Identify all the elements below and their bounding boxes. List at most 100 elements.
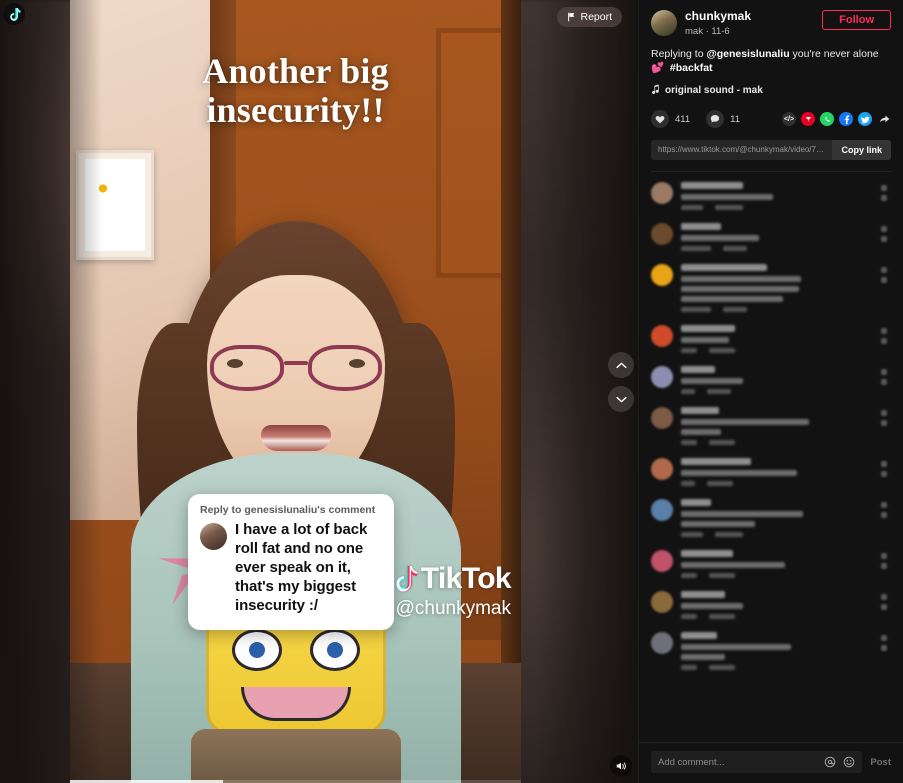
comment-author[interactable] xyxy=(681,550,733,558)
comment-like-column[interactable] xyxy=(877,325,891,353)
comment-avatar[interactable] xyxy=(651,223,673,246)
comment-meta-item[interactable] xyxy=(707,481,733,487)
comment-item[interactable] xyxy=(651,632,891,671)
comment-avatar[interactable] xyxy=(651,458,673,481)
comment-like-icon[interactable] xyxy=(881,226,887,233)
comment-like-column[interactable] xyxy=(877,223,891,251)
next-video-button[interactable] xyxy=(608,386,634,412)
comment-like-column[interactable] xyxy=(877,499,891,537)
volume-button[interactable] xyxy=(610,755,632,777)
comment-author[interactable] xyxy=(681,182,743,190)
comment-author[interactable] xyxy=(681,407,719,415)
comment-item[interactable] xyxy=(651,223,891,252)
copy-link-button[interactable]: Copy link xyxy=(832,140,891,161)
comment-author[interactable] xyxy=(681,325,735,333)
comment-like-icon[interactable] xyxy=(881,236,887,243)
video-stage[interactable]: Another big insecurity!! Reply to genesi… xyxy=(0,0,638,783)
comment-meta-item[interactable] xyxy=(715,205,743,211)
emoji-smiley-icon[interactable] xyxy=(842,756,855,769)
comment-item[interactable] xyxy=(651,366,891,395)
author-username[interactable]: chunkymak xyxy=(685,9,814,24)
like-metric[interactable]: 411 xyxy=(651,110,690,129)
follow-button[interactable]: Follow xyxy=(822,10,891,30)
comment-meta-item[interactable] xyxy=(681,307,711,313)
comment-meta-item[interactable] xyxy=(681,348,697,354)
comment-avatar[interactable] xyxy=(651,499,673,522)
comment-meta-item[interactable] xyxy=(709,614,735,620)
comment-meta-item[interactable] xyxy=(681,246,711,252)
twitter-icon[interactable] xyxy=(858,112,872,127)
embed-code-icon[interactable]: </> xyxy=(782,112,796,127)
comment-like-icon[interactable] xyxy=(881,195,887,202)
comment-input-box[interactable] xyxy=(651,751,863,773)
comment-like-column[interactable] xyxy=(877,550,891,578)
comment-item[interactable] xyxy=(651,550,891,579)
comment-meta-item[interactable] xyxy=(681,481,695,487)
comment-list[interactable] xyxy=(639,172,903,742)
avatar[interactable] xyxy=(651,10,677,36)
comment-like-icon[interactable] xyxy=(881,645,887,652)
comment-avatar[interactable] xyxy=(651,591,673,614)
comment-like-icon[interactable] xyxy=(881,553,887,560)
comment-meta-item[interactable] xyxy=(681,614,697,620)
comment-like-icon[interactable] xyxy=(881,604,887,611)
caption-hashtag[interactable]: #backfat xyxy=(670,62,713,74)
pinterest-icon[interactable] xyxy=(801,112,815,127)
comment-like-icon[interactable] xyxy=(881,512,887,519)
comment-meta-item[interactable] xyxy=(709,573,735,579)
caption-mention[interactable]: @genesislunaliu xyxy=(706,48,789,60)
comment-like-column[interactable] xyxy=(877,632,891,670)
comment-like-icon[interactable] xyxy=(881,461,887,468)
sound-row[interactable]: original sound - mak xyxy=(651,84,891,97)
post-comment-button[interactable]: Post xyxy=(870,757,891,768)
comment-meta-item[interactable] xyxy=(709,665,735,671)
comment-meta-item[interactable] xyxy=(681,205,703,211)
comment-item[interactable] xyxy=(651,591,891,620)
comment-like-icon[interactable] xyxy=(881,369,887,376)
comment-metric[interactable]: 11 xyxy=(706,110,740,129)
comment-meta-item[interactable] xyxy=(709,348,735,354)
comment-meta-item[interactable] xyxy=(723,307,747,313)
comment-like-icon[interactable] xyxy=(881,410,887,417)
comment-input[interactable] xyxy=(658,756,818,768)
comment-avatar[interactable] xyxy=(651,632,673,655)
comment-meta-item[interactable] xyxy=(681,389,695,395)
comment-like-column[interactable] xyxy=(877,182,891,210)
comment-item[interactable] xyxy=(651,499,891,538)
comment-avatar[interactable] xyxy=(651,182,673,205)
comment-avatar[interactable] xyxy=(651,366,673,389)
comment-like-column[interactable] xyxy=(877,366,891,394)
comment-author[interactable] xyxy=(681,499,711,507)
comment-like-icon[interactable] xyxy=(881,185,887,192)
comment-avatar[interactable] xyxy=(651,264,673,287)
comment-author[interactable] xyxy=(681,223,721,231)
comment-like-column[interactable] xyxy=(877,591,891,619)
comment-like-icon[interactable] xyxy=(881,267,887,274)
comment-meta-item[interactable] xyxy=(715,532,743,538)
comment-author[interactable] xyxy=(681,458,751,466)
previous-video-button[interactable] xyxy=(608,352,634,378)
comment-like-column[interactable] xyxy=(877,407,891,445)
comment-author[interactable] xyxy=(681,366,715,374)
comment-like-column[interactable] xyxy=(877,458,891,486)
video-player[interactable]: Another big insecurity!! Reply to genesi… xyxy=(70,0,521,783)
comment-like-column[interactable] xyxy=(877,264,891,312)
comment-author[interactable] xyxy=(681,264,767,272)
comment-author[interactable] xyxy=(681,632,717,640)
comment-meta-item[interactable] xyxy=(681,440,697,446)
share-arrow-icon[interactable] xyxy=(877,112,891,126)
comment-like-icon[interactable] xyxy=(881,502,887,509)
comment-like-icon[interactable] xyxy=(881,563,887,570)
report-button[interactable]: Report xyxy=(557,7,622,27)
comment-author[interactable] xyxy=(681,591,725,599)
comment-item[interactable] xyxy=(651,264,891,313)
comment-avatar[interactable] xyxy=(651,325,673,348)
comment-item[interactable] xyxy=(651,325,891,354)
whatsapp-icon[interactable] xyxy=(820,112,834,127)
comment-item[interactable] xyxy=(651,458,891,487)
facebook-icon[interactable] xyxy=(839,112,853,127)
comment-meta-item[interactable] xyxy=(707,389,731,395)
at-sign-icon[interactable] xyxy=(823,756,836,769)
tiktok-logo-icon[interactable] xyxy=(3,3,25,25)
comment-like-icon[interactable] xyxy=(881,635,887,642)
